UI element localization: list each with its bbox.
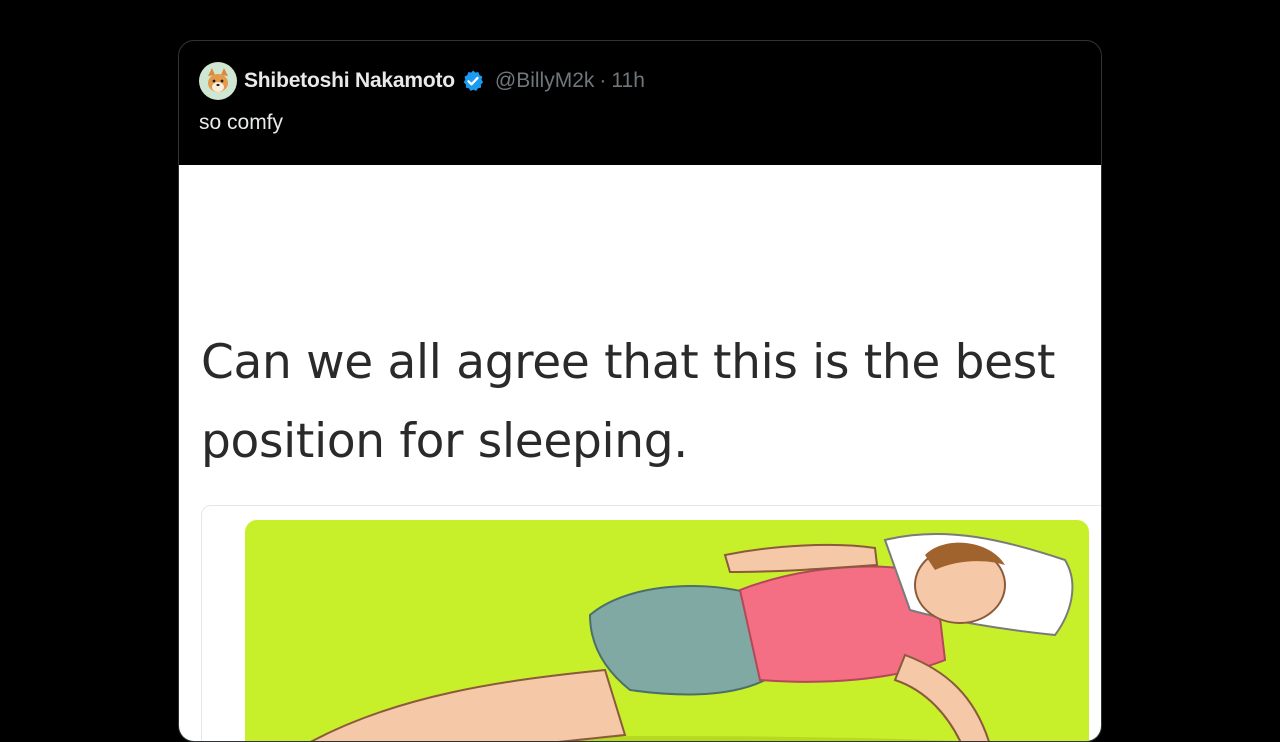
tweet-timestamp[interactable]: 11h [611,69,644,92]
meme-caption: Can we all agree that this is the best p… [201,335,1056,469]
avatar[interactable] [199,62,237,100]
tweet-meta: @BillyM2k · 11h [495,69,645,93]
tweet-media[interactable]: Can we all agree that this is the best p… [179,165,1101,741]
meta-separator: · [599,69,607,92]
display-name[interactable]: Shibetoshi Nakamoto [244,69,455,93]
author-handle[interactable]: @BillyM2k [495,69,595,92]
shiba-avatar-icon [201,64,235,98]
sleeping-person-illustration [245,520,1089,741]
tweet-card[interactable]: Shibetoshi Nakamoto @BillyM2k · 11h so com… [178,40,1102,742]
tweet-text: so comfy [199,111,284,134]
author-row: Shibetoshi Nakamoto @BillyM2k · 11h [199,61,1081,101]
verified-badge-icon[interactable] [461,69,485,93]
tweet-header: Shibetoshi Nakamoto @BillyM2k · 11h so com… [179,41,1101,165]
